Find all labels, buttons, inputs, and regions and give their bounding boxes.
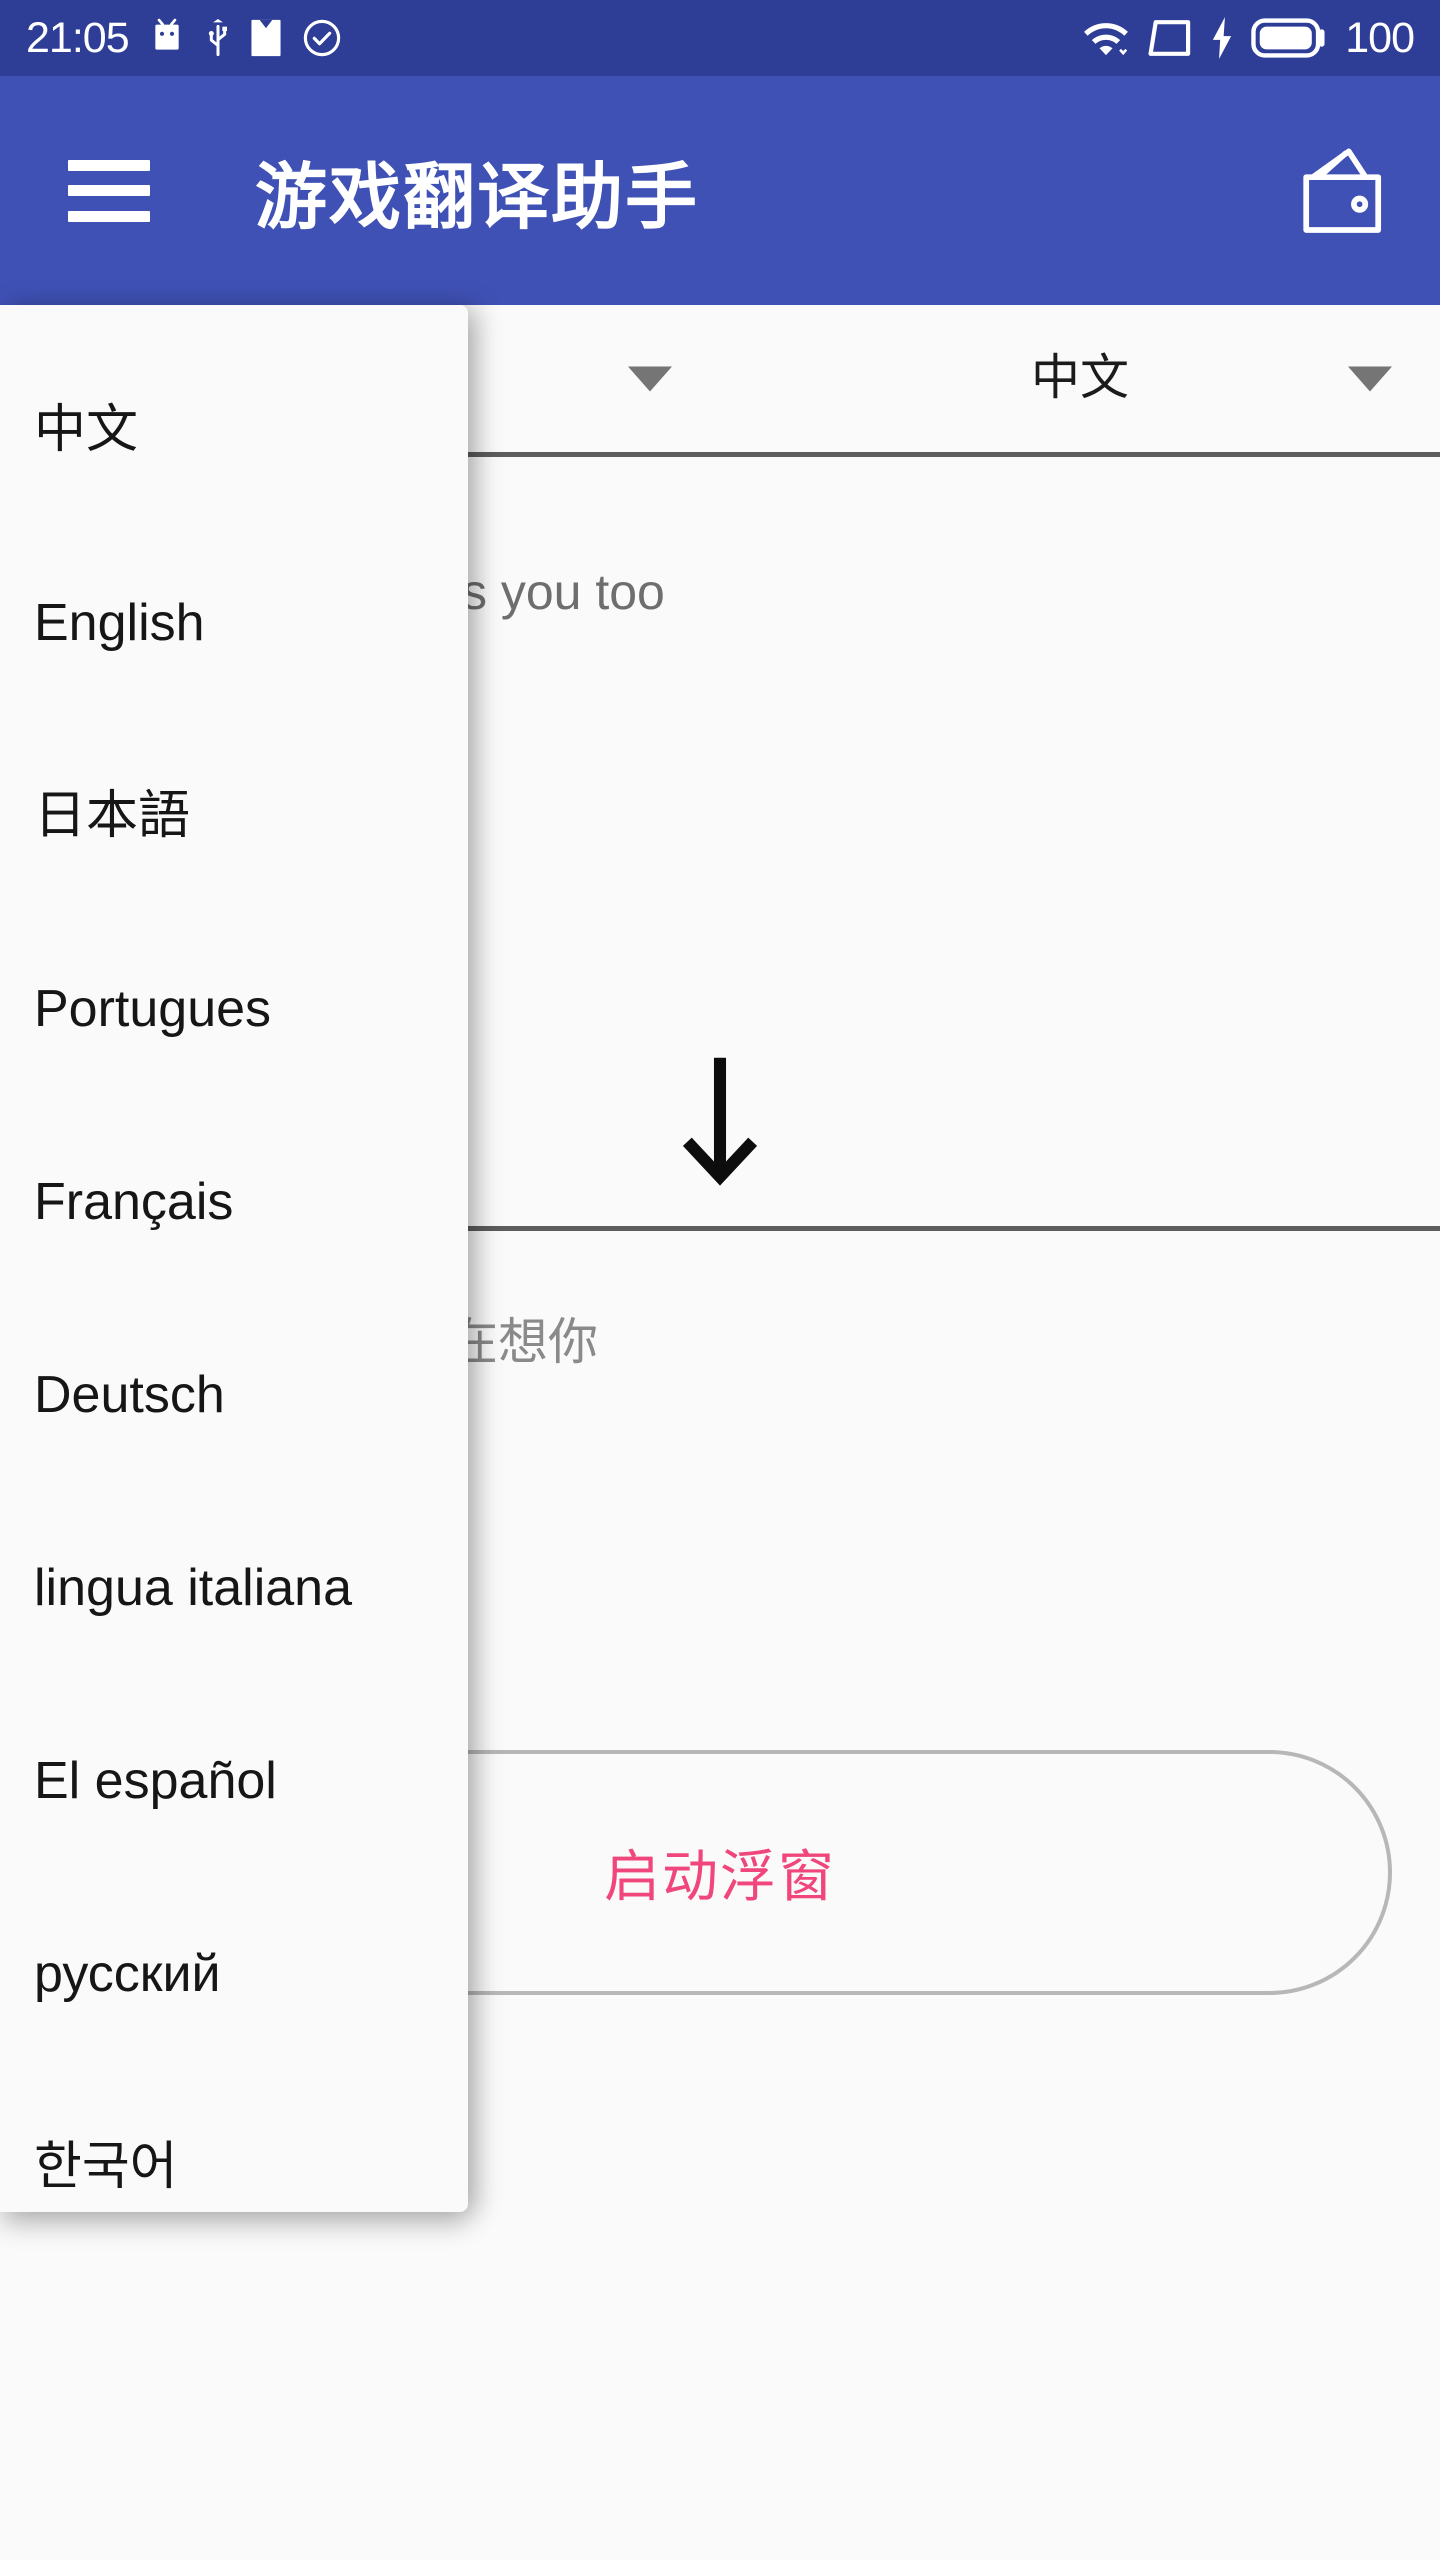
hamburger-bar-3 <box>68 210 150 222</box>
hamburger-bar-1 <box>68 159 150 171</box>
status-bar: 21:05 100 <box>0 0 1440 76</box>
drawer-item-label: lingua italiana <box>34 1558 353 1617</box>
app-title: 游戏翻译助手 <box>255 158 700 238</box>
drawer-item-2[interactable]: 日本語 <box>0 719 468 912</box>
battery-percentage: 100 <box>1345 13 1415 62</box>
drawer-item-8[interactable]: русский <box>0 1877 468 2070</box>
drawer-item-label: Français <box>34 1172 234 1231</box>
arrow-down-icon <box>682 1057 758 1186</box>
hamburger-bar-2 <box>68 185 150 196</box>
target-language-select[interactable]: 中文 <box>720 305 1440 457</box>
drawer-item-label: 日本語 <box>34 786 191 845</box>
hamburger-menu-icon[interactable] <box>68 159 150 222</box>
chevron-down-icon <box>628 366 672 391</box>
drawer-item-5[interactable]: Deutsch <box>0 1298 468 1491</box>
drawer-item-label: Portugues <box>34 979 272 1038</box>
drawer-item-label: 中文 <box>34 400 139 459</box>
status-bar-clock: 21:05 <box>26 13 130 62</box>
sim-card-icon <box>1148 20 1191 56</box>
usb-icon <box>208 19 227 57</box>
battery-icon <box>1251 18 1325 58</box>
drawer-item-0[interactable]: 中文 <box>0 333 468 526</box>
app-bar: 游戏翻译助手 <box>0 76 1440 305</box>
check-circle-icon <box>303 19 340 57</box>
drawer-item-4[interactable]: Français <box>0 1105 468 1298</box>
mail-icon <box>251 19 281 57</box>
wifi-icon <box>1084 23 1129 56</box>
drawer-item-label: русский <box>34 1944 221 2003</box>
drawer-item-label: 한국어 <box>34 2137 178 2196</box>
drawer-item-9[interactable]: 한국어 <box>0 2070 468 2212</box>
status-bar-right: 100 <box>1081 13 1415 62</box>
wallet-button[interactable] <box>1296 141 1392 241</box>
status-bar-left: 21:05 <box>26 13 343 62</box>
drawer-item-label: Deutsch <box>34 1365 225 1424</box>
drawer-item-6[interactable]: lingua italiana <box>0 1491 468 1684</box>
drawer-item-label: English <box>34 593 205 652</box>
phone-screen: 21:05 100 游戏翻译助手 中文 you too 启动浮窗 中文 Engl… <box>0 0 1440 2560</box>
launch-floating-window-label: 启动浮窗 <box>604 1845 836 1908</box>
drawer-item-label: El español <box>34 1751 277 1810</box>
drawer-item-1[interactable]: English <box>0 526 468 719</box>
drawer-item-3[interactable]: Portugues <box>0 912 468 1105</box>
chevron-down-icon <box>1348 366 1392 391</box>
android-robot-icon <box>154 18 179 50</box>
charging-bolt-icon <box>1213 17 1232 59</box>
target-language-value: 中文 <box>1030 351 1129 405</box>
drawer-item-7[interactable]: El español <box>0 1684 468 1877</box>
navigation-drawer: 中文 English 日本語 Portugues Français Deutsc… <box>0 305 468 2212</box>
wallet-icon <box>1303 148 1382 233</box>
